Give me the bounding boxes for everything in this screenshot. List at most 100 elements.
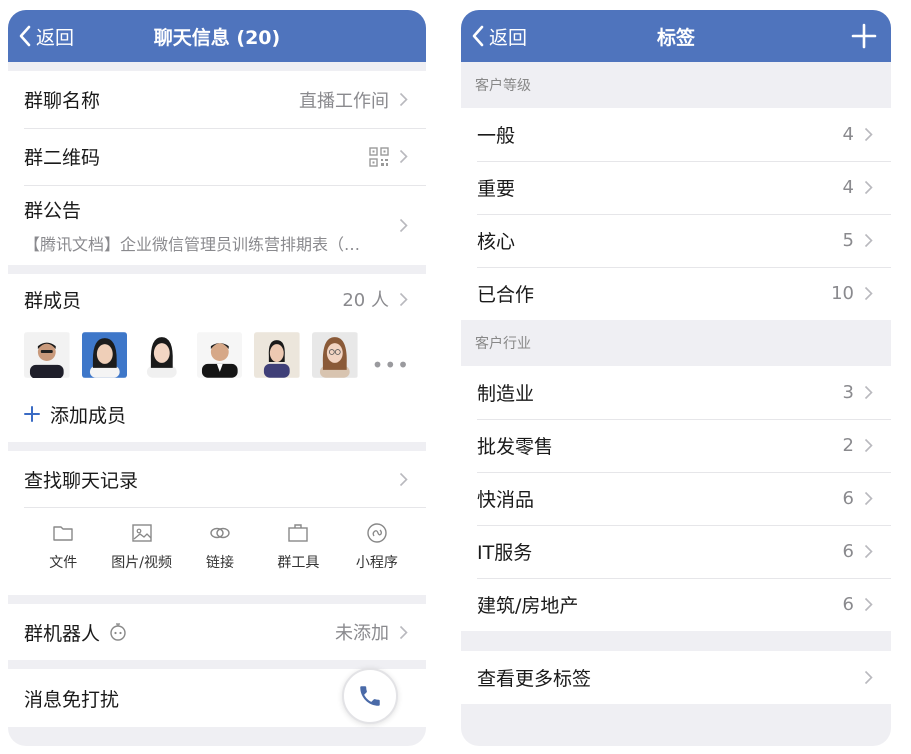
tool-group-tools[interactable]: 群工具 <box>259 522 337 595</box>
chevron-right-icon <box>864 286 873 301</box>
chevron-left-icon <box>19 25 31 47</box>
add-member-button[interactable]: 添加成员 <box>8 386 426 442</box>
link-icon <box>210 527 230 539</box>
qr-code-label: 群二维码 <box>24 147 101 169</box>
group-robot-row[interactable]: 群机器人 未添加 <box>8 604 426 660</box>
announcement-label: 群公告 <box>24 199 82 222</box>
members-row[interactable]: 群成员 20 人 <box>8 274 426 324</box>
plus-icon <box>24 406 40 422</box>
back-label: 返回 <box>489 26 528 49</box>
tag-row[interactable]: 建筑/房地产 6 <box>461 578 891 631</box>
tag-count: 6 <box>842 594 854 615</box>
image-icon <box>131 524 152 542</box>
chevron-right-icon <box>399 625 408 639</box>
tool-mini-program[interactable]: 小程序 <box>338 522 416 595</box>
avatar[interactable] <box>254 332 300 378</box>
member-avatars: ••• <box>8 324 426 386</box>
tag-row[interactable]: 批发零售 2 <box>461 419 891 472</box>
tag-row[interactable]: 快消品 6 <box>461 472 891 525</box>
page-title: 标签 <box>656 26 695 49</box>
tag-label: 核心 <box>477 231 516 253</box>
announcement-preview: 【腾讯文档】企业微信管理员训练营排期表（… <box>24 234 361 254</box>
avatar[interactable] <box>196 332 243 378</box>
add-tag-icon[interactable] <box>851 23 877 49</box>
mute-label: 消息免打扰 <box>24 688 120 711</box>
chat-tools: 文件 图片/视频 链接 群工具 小程序 <box>24 507 426 595</box>
tool-media[interactable]: 图片/视频 <box>102 522 180 595</box>
back-button[interactable]: 返回 <box>18 10 74 62</box>
members-count: 20 人 <box>342 290 389 311</box>
page-title: 聊天信息 (20) <box>153 26 281 49</box>
more-members-icon[interactable]: ••• <box>372 333 410 377</box>
chevron-right-icon <box>399 92 408 107</box>
tags-screen: 返回 标签 客户等级 一般 4 重要 4 核心 5 已合作 10 客户行业 制造… <box>461 10 891 746</box>
more-tags-row[interactable]: 查看更多标签 <box>461 651 891 704</box>
tag-row[interactable]: 已合作 10 <box>461 267 891 320</box>
chevron-right-icon <box>864 544 873 559</box>
tool-label: 链接 <box>206 555 235 571</box>
avatar[interactable] <box>24 332 70 378</box>
tag-count: 6 <box>842 541 854 562</box>
back-button[interactable]: 返回 <box>471 10 527 62</box>
chevron-right-icon <box>399 292 408 306</box>
tag-row[interactable]: IT服务 6 <box>461 525 891 578</box>
search-history-row[interactable]: 查找聊天记录 <box>8 451 426 507</box>
tag-label: IT服务 <box>477 542 533 564</box>
tag-label: 一般 <box>477 125 516 147</box>
tag-label: 制造业 <box>477 383 535 405</box>
tag-label: 已合作 <box>477 284 535 306</box>
toolbox-icon <box>288 524 309 542</box>
chevron-right-icon <box>399 218 408 232</box>
tag-row[interactable]: 一般 4 <box>461 108 891 161</box>
chat-info-navbar: 返回 聊天信息 (20) <box>8 10 426 62</box>
chevron-right-icon <box>864 438 873 453</box>
search-history-label: 查找聊天记录 <box>24 469 139 492</box>
group-robot-value: 未添加 <box>335 623 389 644</box>
avatar[interactable] <box>139 332 185 378</box>
tag-row[interactable]: 制造业 3 <box>461 366 891 419</box>
more-tags-label: 查看更多标签 <box>477 668 592 690</box>
tag-row[interactable]: 重要 4 <box>461 161 891 214</box>
tag-label: 重要 <box>477 178 516 200</box>
tag-count: 2 <box>842 435 854 456</box>
back-label: 返回 <box>36 26 75 49</box>
chevron-right-icon <box>864 597 873 612</box>
mini-program-icon <box>367 523 387 543</box>
members-label: 群成员 <box>24 289 82 312</box>
chevron-right-icon <box>864 670 873 685</box>
chevron-right-icon <box>399 472 408 486</box>
avatar[interactable] <box>81 332 128 378</box>
tool-label: 文件 <box>49 555 78 571</box>
tag-count: 4 <box>842 177 854 198</box>
tag-count: 5 <box>842 230 854 251</box>
tag-row[interactable]: 核心 5 <box>461 214 891 267</box>
tag-group-header: 客户行业 <box>461 320 891 366</box>
avatar[interactable] <box>311 332 358 378</box>
chevron-right-icon <box>864 491 873 506</box>
tag-label: 建筑/房地产 <box>477 595 579 617</box>
call-button[interactable] <box>342 668 398 724</box>
tag-count: 6 <box>842 488 854 509</box>
qr-code-row[interactable]: 群二维码 <box>8 128 426 185</box>
tool-files[interactable]: 文件 <box>24 522 102 595</box>
chevron-right-icon <box>864 233 873 248</box>
group-name-row[interactable]: 群聊名称 直播工作间 <box>8 71 426 128</box>
tag-count: 10 <box>831 283 854 304</box>
qr-code-icon <box>369 146 389 167</box>
group-name-value: 直播工作间 <box>299 90 389 112</box>
chevron-right-icon <box>864 180 873 195</box>
chevron-right-icon <box>864 385 873 400</box>
group-name-label: 群聊名称 <box>24 90 101 112</box>
chevron-right-icon <box>399 149 408 164</box>
group-robot-label: 群机器人 <box>24 622 101 645</box>
tool-label: 小程序 <box>355 555 398 571</box>
tool-links[interactable]: 链接 <box>181 522 259 595</box>
tag-label: 快消品 <box>477 489 535 511</box>
tag-group-header: 客户等级 <box>461 62 891 108</box>
chevron-right-icon <box>864 127 873 142</box>
tag-count: 3 <box>842 382 854 403</box>
phone-icon <box>360 686 380 706</box>
announcement-row[interactable]: 群公告 【腾讯文档】企业微信管理员训练营排期表（… <box>8 185 426 265</box>
tag-group-customer-level: 一般 4 重要 4 核心 5 已合作 10 <box>461 108 891 320</box>
folder-icon <box>53 526 73 541</box>
